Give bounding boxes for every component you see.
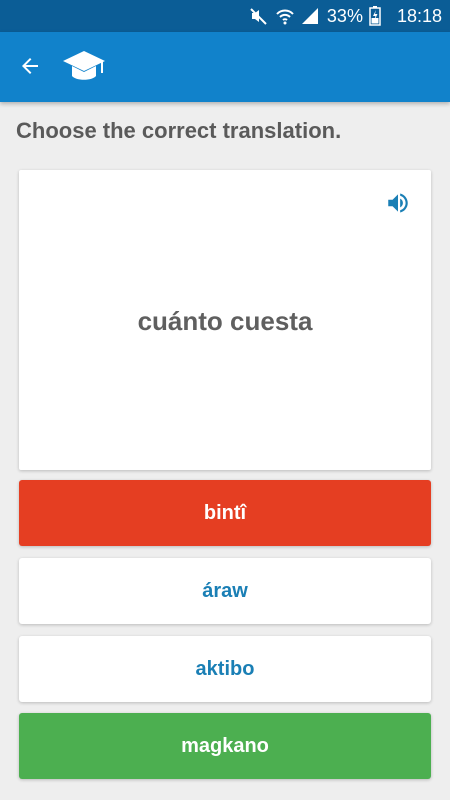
answer-option-2[interactable]: áraw bbox=[19, 558, 431, 624]
answer-option-4[interactable]: magkano bbox=[19, 713, 431, 779]
app-bar bbox=[0, 32, 450, 102]
battery-percent: 33% bbox=[326, 5, 363, 26]
speaker-icon bbox=[385, 190, 411, 221]
mute-icon bbox=[249, 6, 269, 26]
battery-icon bbox=[369, 6, 381, 26]
word-card: cuánto cuesta bbox=[19, 170, 431, 470]
back-button[interactable] bbox=[10, 48, 50, 88]
instruction-text: Choose the correct translation. bbox=[16, 118, 342, 143]
status-bar: 33% 18:18 bbox=[0, 0, 450, 32]
clock: 18:18 bbox=[396, 5, 442, 26]
speaker-button[interactable] bbox=[383, 190, 413, 220]
answer-option-1[interactable]: bintî bbox=[19, 480, 431, 546]
arrow-left-icon bbox=[18, 54, 42, 83]
answer-option-3[interactable]: aktibo bbox=[19, 636, 431, 702]
wifi-icon bbox=[275, 6, 295, 26]
signal-icon bbox=[301, 7, 319, 25]
graduation-cap-icon bbox=[62, 49, 106, 90]
word-to-translate: cuánto cuesta bbox=[137, 306, 313, 336]
